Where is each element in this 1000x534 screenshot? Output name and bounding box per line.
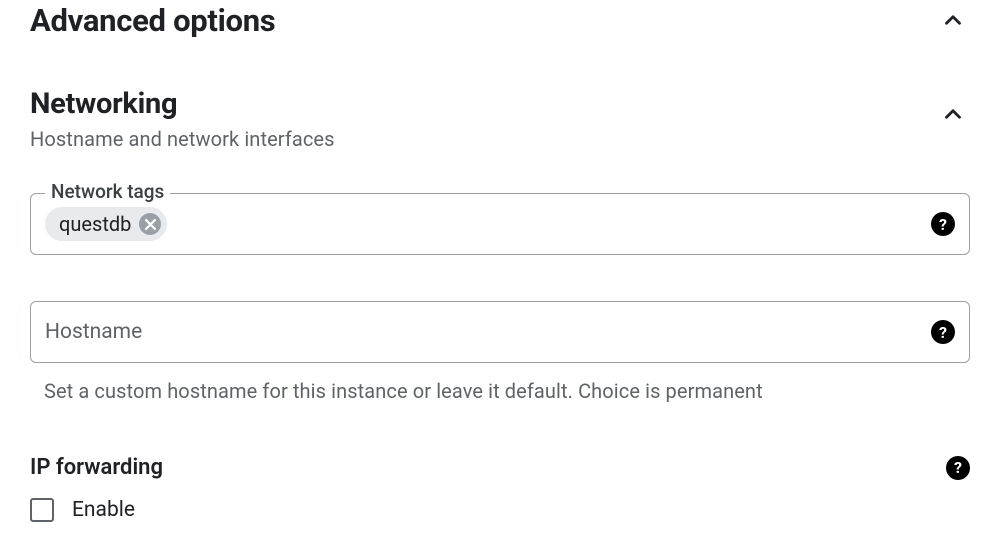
network-tag-chip[interactable]: questdb bbox=[45, 207, 167, 241]
advanced-options-header[interactable]: Advanced options bbox=[30, 0, 970, 39]
advanced-options-title: Advanced options bbox=[30, 0, 275, 39]
network-tags-field[interactable]: Network tags questdb ? bbox=[30, 193, 970, 255]
networking-subtitle: Hostname and network interfaces bbox=[30, 127, 335, 151]
network-tag-label: questdb bbox=[59, 212, 131, 236]
networking-title: Networking bbox=[30, 87, 335, 121]
chevron-up-icon bbox=[936, 97, 970, 131]
networking-header[interactable]: Networking Hostname and network interfac… bbox=[30, 87, 970, 151]
chevron-up-icon bbox=[936, 3, 970, 37]
enable-ip-forwarding-checkbox[interactable] bbox=[30, 498, 54, 522]
ip-forwarding-label: IP forwarding bbox=[30, 455, 163, 480]
help-icon[interactable]: ? bbox=[931, 320, 955, 344]
remove-tag-icon[interactable] bbox=[139, 213, 161, 235]
ip-forwarding-section: IP forwarding ? bbox=[30, 455, 970, 480]
hostname-field[interactable]: ? bbox=[30, 301, 970, 363]
help-icon[interactable]: ? bbox=[946, 456, 970, 480]
network-tags-legend: Network tags bbox=[45, 180, 170, 203]
hostname-helper: Set a custom hostname for this instance … bbox=[30, 379, 970, 403]
hostname-input[interactable] bbox=[45, 320, 931, 344]
enable-ip-forwarding-label: Enable bbox=[72, 498, 135, 522]
help-icon[interactable]: ? bbox=[931, 212, 955, 236]
